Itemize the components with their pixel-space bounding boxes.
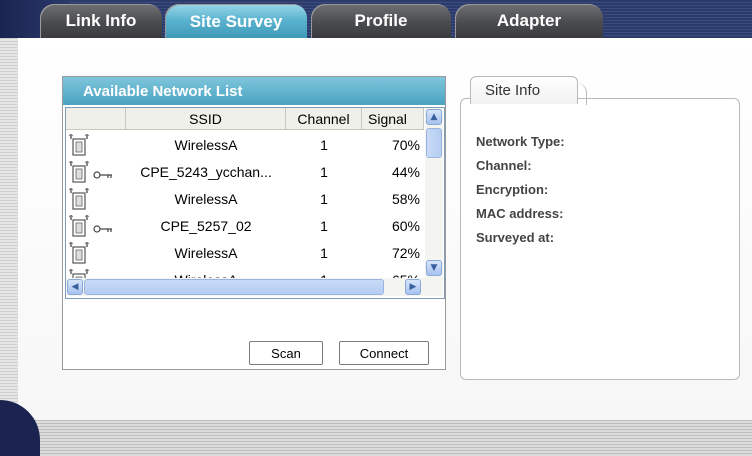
key-icon: [93, 167, 113, 179]
horizontal-scrollbar[interactable]: ◀ ▶: [66, 278, 443, 296]
tab-adapter[interactable]: Adapter: [455, 4, 603, 38]
network-row[interactable]: CPE_5243_ycchan... 1 44%: [66, 158, 424, 185]
key-icon: [93, 221, 113, 233]
tab-site-survey[interactable]: Site Survey: [165, 4, 307, 40]
network-type-label: Network Type:: [476, 134, 565, 149]
column-header-channel[interactable]: Channel: [286, 108, 362, 130]
column-header-ssid[interactable]: SSID: [126, 108, 286, 130]
network-status-icons: [68, 131, 126, 158]
scroll-right-button[interactable]: ▶: [405, 279, 421, 295]
column-header-icon[interactable]: [66, 108, 126, 130]
mac-address-label: MAC address:: [476, 206, 564, 221]
vertical-scrollbar[interactable]: ▲ ▼: [425, 108, 443, 278]
channel-cell: 1: [320, 190, 328, 207]
channel-cell: 1: [320, 217, 328, 234]
access-point-icon: [68, 241, 90, 265]
network-status-icons: [68, 239, 126, 266]
access-point-icon: [68, 214, 90, 238]
network-list-panel: Available Network List SSID Channel Sign…: [62, 76, 446, 370]
ssid-cell: WirelessA: [174, 136, 238, 153]
tab-profile[interactable]: Profile: [311, 4, 451, 38]
ssid-cell: CPE_5257_02: [160, 217, 252, 234]
signal-cell: 72%: [391, 244, 420, 261]
network-status-icons: [68, 158, 126, 185]
surveyed-at-label: Surveyed at:: [476, 230, 555, 245]
network-row[interactable]: WirelessA 1 58%: [66, 185, 424, 212]
access-point-icon: [68, 160, 90, 184]
horizontal-scroll-thumb[interactable]: [84, 279, 384, 295]
connect-button[interactable]: Connect: [339, 341, 429, 365]
scroll-down-button[interactable]: ▼: [426, 260, 442, 276]
ssid-cell: CPE_5243_ycchan...: [140, 163, 272, 180]
column-header-signal[interactable]: Signal: [362, 108, 424, 130]
access-point-icon: [68, 133, 90, 157]
channel-cell: 1: [320, 136, 328, 153]
scroll-left-button[interactable]: ◀: [67, 279, 83, 295]
channel-cell: 1: [320, 244, 328, 261]
network-list-title: Available Network List: [63, 77, 445, 105]
tab-link-info[interactable]: Link Info: [40, 4, 162, 38]
encryption-label: Encryption:: [476, 182, 549, 197]
app-window: Link Info Site Survey Profile Adapter Av…: [0, 0, 752, 456]
signal-cell: 70%: [391, 136, 420, 153]
tab-bar: Link Info Site Survey Profile Adapter: [0, 0, 752, 40]
network-status-icons: [68, 212, 126, 239]
ssid-cell: WirelessA: [174, 190, 238, 207]
signal-cell: 60%: [391, 217, 420, 234]
bottom-frame: [18, 420, 752, 456]
access-point-icon: [68, 187, 90, 211]
vertical-scroll-thumb[interactable]: [426, 128, 442, 158]
network-list[interactable]: SSID Channel Signal WirelessA 1 70% CPE_524…: [65, 107, 445, 299]
channel-label: Channel:: [476, 158, 532, 173]
network-row[interactable]: WirelessA 1 72%: [66, 239, 424, 266]
scroll-up-button[interactable]: ▲: [426, 109, 442, 125]
network-row[interactable]: WirelessA 1 70%: [66, 131, 424, 158]
channel-cell: 1: [320, 163, 328, 180]
site-info-tab[interactable]: Site Info: [470, 76, 587, 105]
network-row[interactable]: CPE_5257_02 1 60%: [66, 212, 424, 239]
ssid-cell: WirelessA: [174, 244, 238, 261]
signal-cell: 44%: [391, 163, 420, 180]
signal-cell: 58%: [391, 190, 420, 207]
left-frame: [0, 38, 18, 456]
network-status-icons: [68, 185, 126, 212]
scan-button[interactable]: Scan: [249, 341, 323, 365]
